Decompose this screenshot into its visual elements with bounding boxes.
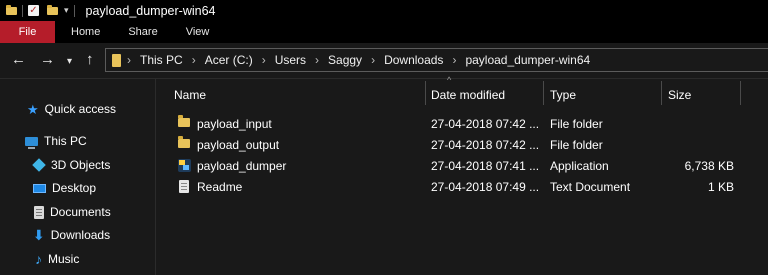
file-row-readme[interactable]: Readme 27-04-2018 07:49 ... Text Documen… — [156, 177, 768, 198]
column-divider[interactable] — [543, 81, 544, 105]
downloads-icon: ⬇ — [33, 227, 45, 243]
file-date-modified: 27-04-2018 07:42 ... — [431, 138, 540, 152]
tab-file[interactable]: File — [0, 21, 55, 43]
column-header-date-modified[interactable]: Date modified — [431, 88, 505, 102]
quick-access-star-icon: ★ — [27, 101, 39, 117]
column-divider[interactable] — [425, 81, 426, 105]
navigation-pane: ★ Quick access This PC 3D Objects Deskto… — [0, 79, 155, 275]
sidebar-item-label: This PC — [44, 134, 87, 148]
title-bar: ✓ ▾ payload_dumper-win64 — [0, 0, 768, 21]
sidebar-item-label: Downloads — [50, 228, 111, 242]
sidebar-item-downloads[interactable]: ⬇ Downloads — [33, 226, 110, 244]
up-arrow-icon[interactable]: ↑ — [86, 52, 94, 68]
chevron-right-icon[interactable]: › — [127, 53, 131, 67]
sidebar-item-this-pc[interactable]: This PC — [25, 132, 87, 150]
folder-icon — [178, 115, 190, 127]
file-size: 6,738 KB — [684, 159, 734, 173]
breadcrumb-users[interactable]: Users — [275, 53, 306, 67]
file-type: File folder — [550, 138, 603, 152]
application-icon — [178, 159, 191, 172]
properties-icon[interactable]: ✓ — [28, 5, 39, 16]
file-type: Application — [550, 159, 609, 173]
chevron-right-icon[interactable]: › — [315, 53, 319, 67]
tab-share[interactable]: Share — [114, 21, 171, 43]
file-name: payload_input — [197, 117, 272, 131]
tab-home[interactable]: Home — [55, 21, 114, 43]
forward-arrow-icon[interactable]: → — [40, 52, 55, 68]
sidebar-item-label: Documents — [50, 205, 111, 219]
folder-icon — [178, 136, 190, 148]
music-icon: ♪ — [35, 251, 42, 267]
file-type: File folder — [550, 117, 603, 131]
breadcrumb-saggy[interactable]: Saggy — [328, 53, 362, 67]
file-name: payload_output — [197, 138, 280, 152]
this-pc-icon — [25, 136, 38, 149]
title-separator — [73, 4, 75, 17]
chevron-right-icon[interactable]: › — [452, 53, 456, 67]
file-row-payload-output[interactable]: payload_output 27-04-2018 07:42 ... File… — [156, 135, 768, 156]
documents-icon — [34, 205, 44, 219]
qat-separator — [22, 4, 23, 17]
breadcrumb-downloads[interactable]: Downloads — [384, 53, 443, 67]
address-folder-icon — [112, 53, 121, 67]
breadcrumb-current-folder[interactable]: payload_dumper-win64 — [465, 53, 590, 67]
tab-view[interactable]: View — [172, 21, 224, 43]
new-folder-icon[interactable] — [47, 4, 58, 15]
sidebar-item-music[interactable]: ♪ Music — [35, 250, 79, 268]
3d-objects-icon — [32, 158, 46, 172]
address-bar[interactable]: › This PC › Acer (C:) › Users › Saggy › … — [105, 48, 768, 72]
sidebar-item-label: Desktop — [52, 181, 97, 195]
breadcrumb-this-pc[interactable]: This PC — [140, 53, 183, 67]
window-folder-icon — [6, 4, 17, 15]
column-header-size[interactable]: Size — [668, 88, 691, 102]
file-size: 1 KB — [707, 180, 734, 194]
chevron-right-icon[interactable]: › — [371, 53, 375, 67]
back-arrow-icon[interactable]: ← — [11, 52, 26, 68]
breadcrumb-acer-c[interactable]: Acer (C:) — [205, 53, 253, 67]
sidebar-item-quick-access[interactable]: ★ Quick access — [27, 100, 116, 118]
column-header-type[interactable]: Type — [550, 88, 576, 102]
column-divider[interactable] — [661, 81, 662, 105]
column-header-name[interactable]: Name — [174, 88, 206, 102]
desktop-icon — [33, 183, 46, 193]
recent-locations-icon[interactable]: ▾ — [67, 54, 72, 70]
file-row-payload-dumper[interactable]: payload_dumper 27-04-2018 07:41 ... Appl… — [156, 156, 768, 177]
ribbon-tabs: File Home Share View — [0, 21, 768, 43]
column-divider[interactable] — [740, 81, 741, 105]
customize-qat-icon[interactable]: ▾ — [64, 5, 69, 16]
file-type: Text Document — [550, 180, 631, 194]
file-date-modified: 27-04-2018 07:49 ... — [431, 180, 540, 194]
column-header-row: ^ Name Date modified Type Size — [156, 75, 768, 110]
sidebar-item-3d-objects[interactable]: 3D Objects — [32, 156, 111, 174]
sidebar-item-documents[interactable]: Documents — [34, 203, 111, 221]
text-document-icon — [179, 180, 189, 193]
sidebar-item-desktop[interactable]: Desktop — [33, 179, 96, 197]
file-row-payload-input[interactable]: payload_input 27-04-2018 07:42 ... File … — [156, 114, 768, 135]
file-name: payload_dumper — [197, 159, 287, 173]
chevron-right-icon[interactable]: › — [262, 53, 266, 67]
file-date-modified: 27-04-2018 07:42 ... — [431, 117, 540, 131]
sort-ascending-icon: ^ — [447, 75, 452, 85]
window-title: payload_dumper-win64 — [85, 3, 216, 18]
sidebar-item-label: Music — [48, 252, 80, 266]
sidebar-item-label: 3D Objects — [51, 158, 111, 172]
file-name: Readme — [197, 180, 243, 194]
navigation-bar: ← → ▾ ↑ › This PC › Acer (C:) › Users › … — [0, 43, 768, 79]
chevron-right-icon[interactable]: › — [192, 53, 196, 67]
sidebar-item-label: Quick access — [44, 102, 117, 116]
file-date-modified: 27-04-2018 07:41 ... — [431, 159, 540, 173]
